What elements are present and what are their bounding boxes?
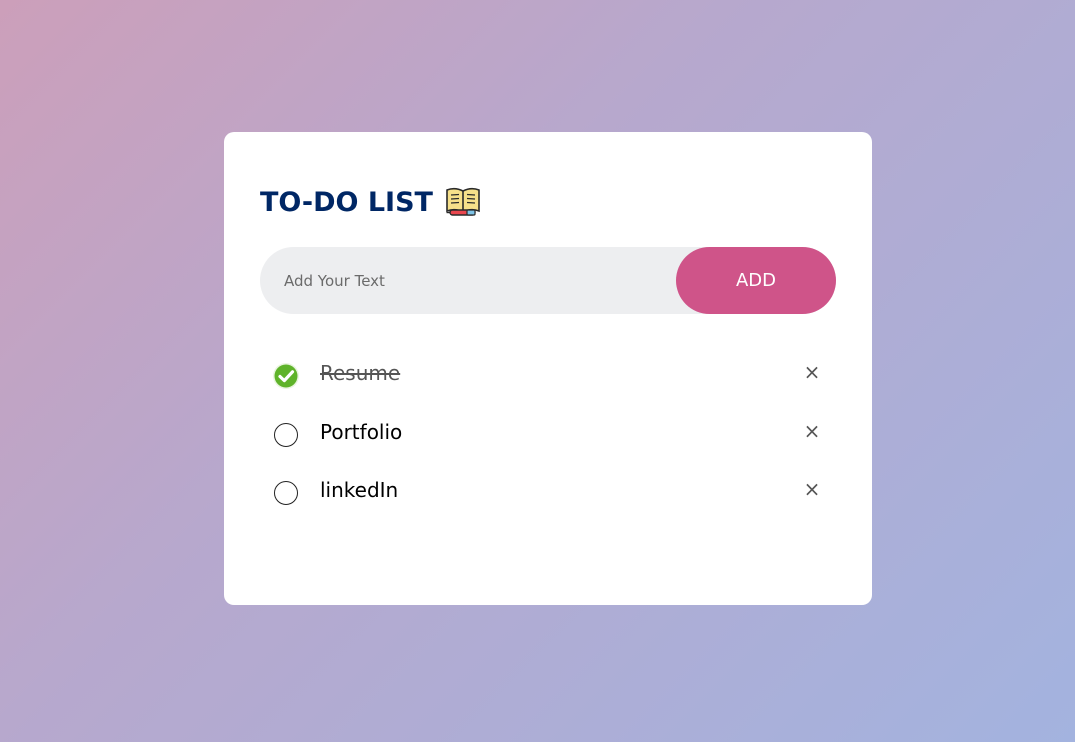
close-icon[interactable]: × [800, 417, 824, 445]
input-row: ADD [260, 247, 836, 314]
todo-item-text[interactable]: Portfolio [320, 417, 402, 447]
checked-circle-icon[interactable] [273, 363, 299, 389]
todo-list: Resume × Portfolio × linkedIn × [260, 344, 836, 520]
todo-item[interactable]: linkedIn × [260, 461, 836, 520]
todo-item-text[interactable]: Resume [320, 358, 400, 388]
add-button[interactable]: ADD [676, 247, 836, 314]
close-icon[interactable]: × [800, 358, 824, 386]
unchecked-circle-icon[interactable] [274, 422, 298, 447]
todo-card: TO-DO LIST ADD [224, 132, 872, 605]
todo-item[interactable]: Resume × [260, 344, 836, 403]
unchecked-circle-icon[interactable] [274, 481, 298, 505]
todo-item-text[interactable]: linkedIn [320, 475, 398, 505]
todo-text-input[interactable] [284, 247, 664, 314]
close-icon[interactable]: × [800, 475, 824, 503]
title-row: TO-DO LIST [260, 184, 481, 220]
book-pen-icon [445, 186, 481, 218]
todo-item[interactable]: Portfolio × [260, 403, 836, 462]
app-title: TO-DO LIST [260, 186, 433, 218]
